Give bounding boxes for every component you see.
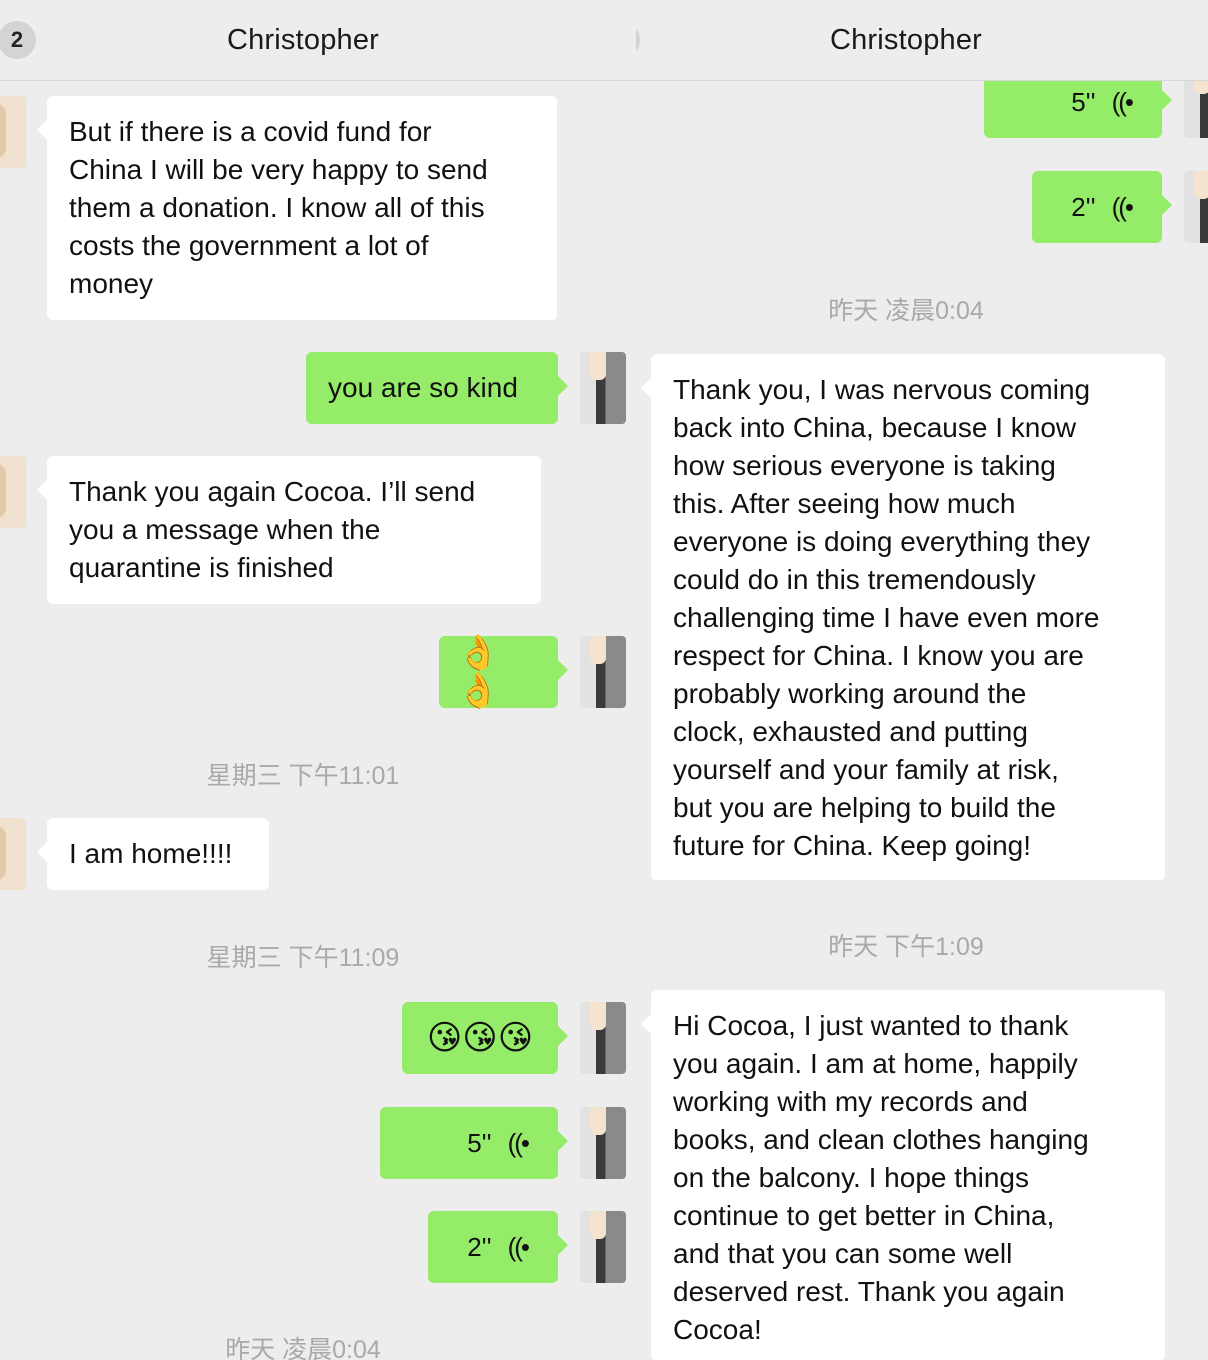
voice-duration: 5'' <box>1071 87 1096 117</box>
my-avatar[interactable] <box>580 352 626 424</box>
contact-avatar[interactable] <box>0 818 26 890</box>
voice-wave-icon: ((• <box>507 1128 530 1158</box>
contact-avatar[interactable] <box>0 96 26 168</box>
my-avatar[interactable] <box>580 1211 626 1283</box>
voice-message[interactable]: 2'' ((• <box>1032 171 1172 243</box>
my-avatar[interactable] <box>1184 171 1208 243</box>
chat-panel-left: 2 Christopher But if there is a covid fu… <box>0 0 636 1360</box>
received-message[interactable]: Hi Cocoa, I just wanted to thank you aga… <box>641 990 1165 1360</box>
voice-message[interactable]: 2'' ((• <box>428 1211 568 1283</box>
voice-wave-icon: ((• <box>1111 87 1134 117</box>
sent-emoji-message[interactable]: 😘😘😘 <box>402 1002 568 1074</box>
chat-title[interactable]: Christopher <box>636 24 1176 57</box>
timestamp: 星期三 下午11:09 <box>206 944 400 972</box>
chat-panel-right: 5'' ((• 2'' ((• 昨天 凌晨0:04 Thank you, I w… <box>636 0 1208 1360</box>
chat-header: 2 Christopher <box>0 0 636 81</box>
received-message[interactable]: I am home!!!! <box>37 818 269 890</box>
chat-title[interactable]: Christopher <box>0 24 606 57</box>
timestamp: 昨天 下午1:09 <box>828 933 984 961</box>
my-avatar[interactable] <box>580 636 626 708</box>
voice-wave-icon: ((• <box>507 1232 530 1262</box>
timestamp: 星期三 下午11:01 <box>206 762 400 790</box>
timestamp: 昨天 凌晨0:04 <box>225 1336 381 1360</box>
received-message[interactable]: Thank you again Cocoa. I’ll send you a m… <box>37 456 541 604</box>
chat-header: 1 Christopher <box>636 0 1208 81</box>
voice-wave-icon: ((• <box>1111 192 1134 222</box>
voice-message[interactable]: 5'' ((• <box>380 1107 568 1179</box>
my-avatar[interactable] <box>580 1107 626 1179</box>
contact-avatar[interactable] <box>0 456 26 528</box>
voice-duration: 2'' <box>467 1232 492 1262</box>
voice-duration: 2'' <box>1071 192 1096 222</box>
sent-emoji-message[interactable]: 👌👌 <box>439 634 568 710</box>
sent-message[interactable]: you are so kind <box>306 352 568 424</box>
received-message[interactable]: But if there is a covid fund for China I… <box>37 96 557 320</box>
received-message[interactable]: Thank you, I was nervous coming back int… <box>641 354 1165 880</box>
timestamp: 昨天 凌晨0:04 <box>828 297 984 325</box>
voice-duration: 5'' <box>467 1128 492 1158</box>
my-avatar[interactable] <box>580 1002 626 1074</box>
